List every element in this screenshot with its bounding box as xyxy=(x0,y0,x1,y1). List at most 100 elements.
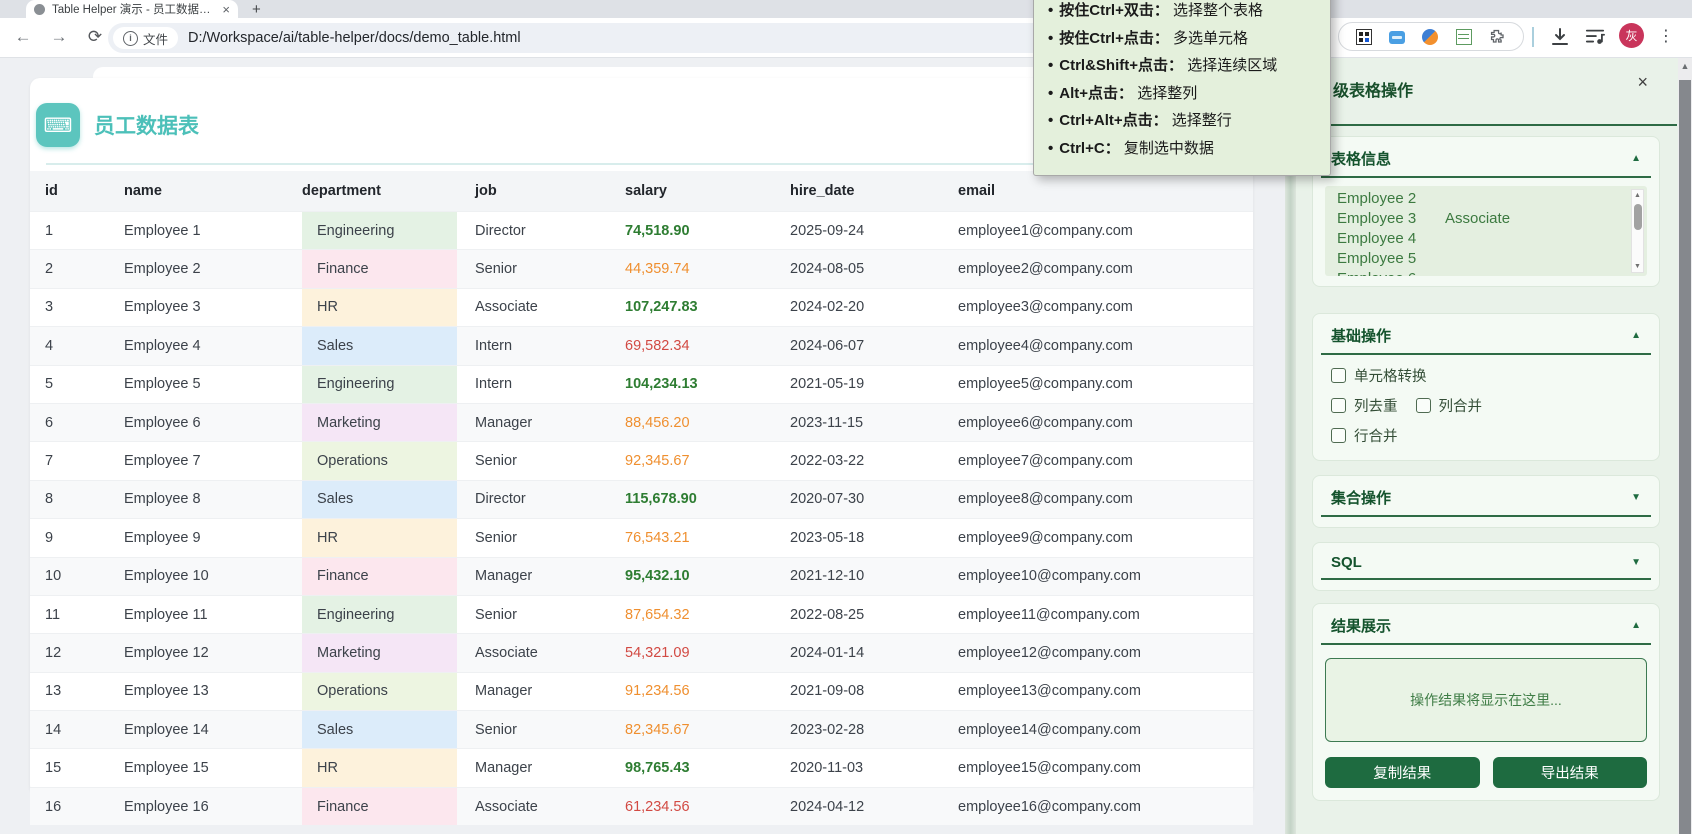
cell-email[interactable]: employee5@company.com xyxy=(943,365,1253,403)
download-icon[interactable] xyxy=(1548,25,1572,49)
cell-job[interactable]: Manager xyxy=(460,557,610,595)
forward-icon[interactable]: → xyxy=(48,27,70,47)
cell-department[interactable]: HR xyxy=(287,288,460,326)
cell-salary[interactable]: 44,359.74 xyxy=(610,250,775,288)
cell-name[interactable]: Employee 4 xyxy=(109,327,287,365)
info-scrollbar[interactable]: ▲ ▼ xyxy=(1631,189,1644,273)
cell-hire_date[interactable]: 2023-05-18 xyxy=(775,519,943,557)
cell-salary[interactable]: 107,247.83 xyxy=(610,288,775,326)
cell-department[interactable]: Sales xyxy=(287,480,460,518)
cell-salary[interactable]: 88,456.20 xyxy=(610,403,775,441)
cell-email[interactable]: employee9@company.com xyxy=(943,519,1253,557)
cell-id[interactable]: 7 xyxy=(30,442,109,480)
cell-hire_date[interactable]: 2020-11-03 xyxy=(775,749,943,787)
cell-email[interactable]: employee16@company.com xyxy=(943,787,1253,825)
cell-hire_date[interactable]: 2022-08-25 xyxy=(775,595,943,633)
cell-name[interactable]: Employee 8 xyxy=(109,480,287,518)
cell-id[interactable]: 1 xyxy=(30,212,109,250)
cell-name[interactable]: Employee 16 xyxy=(109,787,287,825)
cell-job[interactable]: Senior xyxy=(460,595,610,633)
column-header-email[interactable]: email xyxy=(943,171,1253,212)
cell-salary[interactable]: 95,432.10 xyxy=(610,557,775,595)
cell-hire_date[interactable]: 2024-06-07 xyxy=(775,327,943,365)
cell-name[interactable]: Employee 6 xyxy=(109,403,287,441)
cell-job[interactable]: Associate xyxy=(460,634,610,672)
cell-email[interactable]: employee10@company.com xyxy=(943,557,1253,595)
cell-hire_date[interactable]: 2023-02-28 xyxy=(775,711,943,749)
cell-id[interactable]: 5 xyxy=(30,365,109,403)
cell-id[interactable]: 10 xyxy=(30,557,109,595)
cell-id[interactable]: 2 xyxy=(30,250,109,288)
checkbox-列去重[interactable] xyxy=(1331,398,1346,413)
cell-department[interactable]: Finance xyxy=(287,787,460,825)
scroll-thumb[interactable] xyxy=(1634,204,1642,230)
new-tab-button[interactable]: + xyxy=(252,1,261,18)
cell-job[interactable]: Intern xyxy=(460,365,610,403)
cell-name[interactable]: Employee 12 xyxy=(109,634,287,672)
checkbox-行合并[interactable] xyxy=(1331,428,1346,443)
cell-salary[interactable]: 98,765.43 xyxy=(610,749,775,787)
extensions-puzzle-icon[interactable] xyxy=(1489,28,1506,45)
section-table-info-header[interactable]: 表格信息 ▲ xyxy=(1321,145,1651,178)
scroll-up-icon[interactable]: ▲ xyxy=(1632,192,1643,199)
scroll-thumb[interactable] xyxy=(1679,80,1691,834)
cell-job[interactable]: Associate xyxy=(460,288,610,326)
cell-id[interactable]: 11 xyxy=(30,595,109,633)
cell-email[interactable]: employee15@company.com xyxy=(943,749,1253,787)
panel-close-icon[interactable]: × xyxy=(1637,73,1648,91)
translate-extension-icon[interactable] xyxy=(1422,29,1438,45)
cell-department[interactable]: Engineering xyxy=(287,365,460,403)
cell-id[interactable]: 16 xyxy=(30,787,109,825)
section-set-ops-header[interactable]: 集合操作 ▼ xyxy=(1321,484,1651,517)
url-text[interactable]: D:/Workspace/ai/table-helper/docs/demo_t… xyxy=(188,30,521,46)
column-header-job[interactable]: job xyxy=(460,171,610,212)
cell-email[interactable]: employee3@company.com xyxy=(943,288,1253,326)
cell-department[interactable]: Sales xyxy=(287,327,460,365)
copy-result-button[interactable]: 复制结果 xyxy=(1325,757,1480,788)
cell-hire_date[interactable]: 2024-01-14 xyxy=(775,634,943,672)
cell-name[interactable]: Employee 15 xyxy=(109,749,287,787)
cell-name[interactable]: Employee 11 xyxy=(109,595,287,633)
cell-job[interactable]: Manager xyxy=(460,749,610,787)
export-result-button[interactable]: 导出结果 xyxy=(1493,757,1648,788)
cell-salary[interactable]: 82,345.67 xyxy=(610,711,775,749)
checkbox-单元格转换[interactable] xyxy=(1331,368,1346,383)
cell-hire_date[interactable]: 2025-09-24 xyxy=(775,212,943,250)
cell-id[interactable]: 3 xyxy=(30,288,109,326)
cell-email[interactable]: employee13@company.com xyxy=(943,672,1253,710)
cell-job[interactable]: Intern xyxy=(460,327,610,365)
cell-hire_date[interactable]: 2021-05-19 xyxy=(775,365,943,403)
cell-salary[interactable]: 74,518.90 xyxy=(610,212,775,250)
collapse-arrow-icon[interactable]: ▼ xyxy=(1631,492,1641,503)
cell-job[interactable]: Senior xyxy=(460,711,610,749)
cell-salary[interactable]: 69,582.34 xyxy=(610,327,775,365)
column-header-name[interactable]: name xyxy=(109,171,287,212)
section-basic-ops-header[interactable]: 基础操作 ▲ xyxy=(1321,322,1651,355)
cell-salary[interactable]: 104,234.13 xyxy=(610,365,775,403)
qr-extension-icon[interactable] xyxy=(1356,29,1372,45)
cell-hire_date[interactable]: 2022-03-22 xyxy=(775,442,943,480)
cell-name[interactable]: Employee 2 xyxy=(109,250,287,288)
cell-name[interactable]: Employee 7 xyxy=(109,442,287,480)
cell-salary[interactable]: 91,234.56 xyxy=(610,672,775,710)
cell-department[interactable]: Finance xyxy=(287,250,460,288)
cell-email[interactable]: employee4@company.com xyxy=(943,327,1253,365)
profile-avatar[interactable]: 灰 xyxy=(1619,23,1644,48)
cell-department[interactable]: Engineering xyxy=(287,595,460,633)
cell-hire_date[interactable]: 2024-08-05 xyxy=(775,250,943,288)
menu-kebab-icon[interactable]: ⋮ xyxy=(1658,26,1674,46)
collapse-arrow-icon[interactable]: ▲ xyxy=(1631,620,1641,631)
section-sql-header[interactable]: SQL ▼ xyxy=(1321,551,1651,580)
cell-salary[interactable]: 115,678.90 xyxy=(610,480,775,518)
site-info-chip[interactable]: i 文件 xyxy=(113,27,178,49)
column-header-id[interactable]: id xyxy=(30,171,109,212)
cell-salary[interactable]: 87,654.32 xyxy=(610,595,775,633)
cell-salary[interactable]: 54,321.09 xyxy=(610,634,775,672)
collapse-arrow-icon[interactable]: ▲ xyxy=(1631,330,1641,341)
cell-department[interactable]: Marketing xyxy=(287,403,460,441)
cell-salary[interactable]: 92,345.67 xyxy=(610,442,775,480)
cell-hire_date[interactable]: 2024-02-20 xyxy=(775,288,943,326)
cell-name[interactable]: Employee 1 xyxy=(109,212,287,250)
cell-job[interactable]: Manager xyxy=(460,403,610,441)
cell-department[interactable]: Finance xyxy=(287,557,460,595)
